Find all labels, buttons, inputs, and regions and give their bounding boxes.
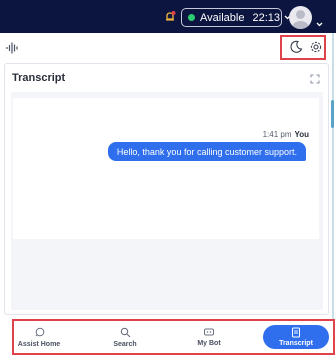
bottom-nav: Assist Home Search My Bot Transcript xyxy=(12,319,335,355)
nav-item-my-bot[interactable]: My Bot xyxy=(187,321,231,353)
moon-icon[interactable] xyxy=(289,40,303,59)
chevron-down-icon[interactable] xyxy=(316,14,323,32)
scroll-track xyxy=(332,33,334,355)
transcript-icon xyxy=(292,327,300,338)
nav-label: Assist Home xyxy=(17,340,61,348)
nav-item-assist-home[interactable]: Assist Home xyxy=(14,321,64,353)
chat-messages: 1:41 pm You Hello, thank you for calling … xyxy=(13,98,319,239)
nav-label: Transcript xyxy=(279,340,313,347)
message-text: Hello, thank you for calling customer su… xyxy=(116,146,297,157)
message-time: 1:41 pm xyxy=(262,130,292,139)
toolbar xyxy=(0,33,336,62)
status-indicator xyxy=(188,14,195,21)
gear-icon[interactable] xyxy=(309,40,323,59)
nav-label: My Bot xyxy=(197,340,221,347)
top-bar: Available 22:13 xyxy=(0,0,336,33)
nav-item-transcript[interactable]: Transcript xyxy=(263,325,329,349)
message-sender: You xyxy=(294,130,309,139)
notification-bell-icon[interactable] xyxy=(164,10,177,23)
assist-home-icon xyxy=(35,327,44,336)
nav-item-search[interactable]: Search xyxy=(102,321,148,353)
toolbar-actions-highlight xyxy=(280,35,326,60)
status-label: Available xyxy=(200,11,245,24)
nav-label: Search xyxy=(113,340,137,348)
search-icon xyxy=(120,327,130,337)
audio-wave-icon[interactable] xyxy=(6,41,20,59)
message-meta: 1:41 pm You xyxy=(263,130,309,139)
message-bubble: Hello, thank you for calling customer su… xyxy=(107,142,306,161)
panel-title: Transcript xyxy=(12,72,66,84)
status-dropdown[interactable]: Available 22:13 xyxy=(181,8,291,27)
avatar[interactable] xyxy=(289,6,312,29)
expand-icon[interactable] xyxy=(310,71,320,89)
status-timer: 22:13 xyxy=(252,11,280,24)
scrollbar-thumb[interactable] xyxy=(331,100,334,128)
bot-icon xyxy=(204,328,214,336)
chat-area: 1:41 pm You Hello, thank you for calling … xyxy=(11,92,323,310)
transcript-panel: Transcript 1:41 pm You Hello, thank you f… xyxy=(4,63,329,315)
